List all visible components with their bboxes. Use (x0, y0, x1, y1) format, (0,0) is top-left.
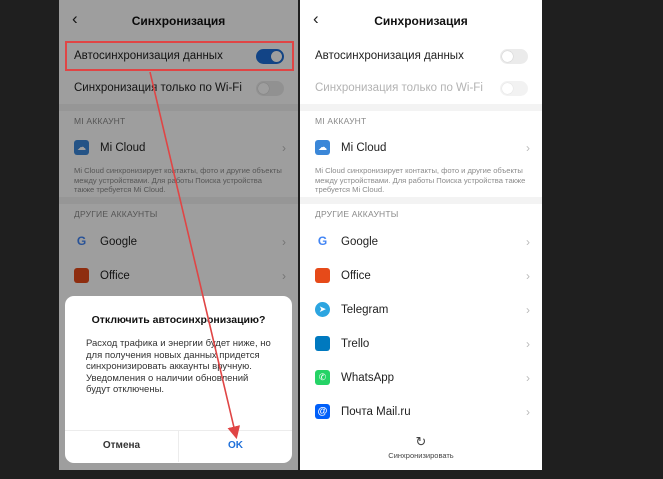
annotation-arrow (149, 71, 241, 440)
